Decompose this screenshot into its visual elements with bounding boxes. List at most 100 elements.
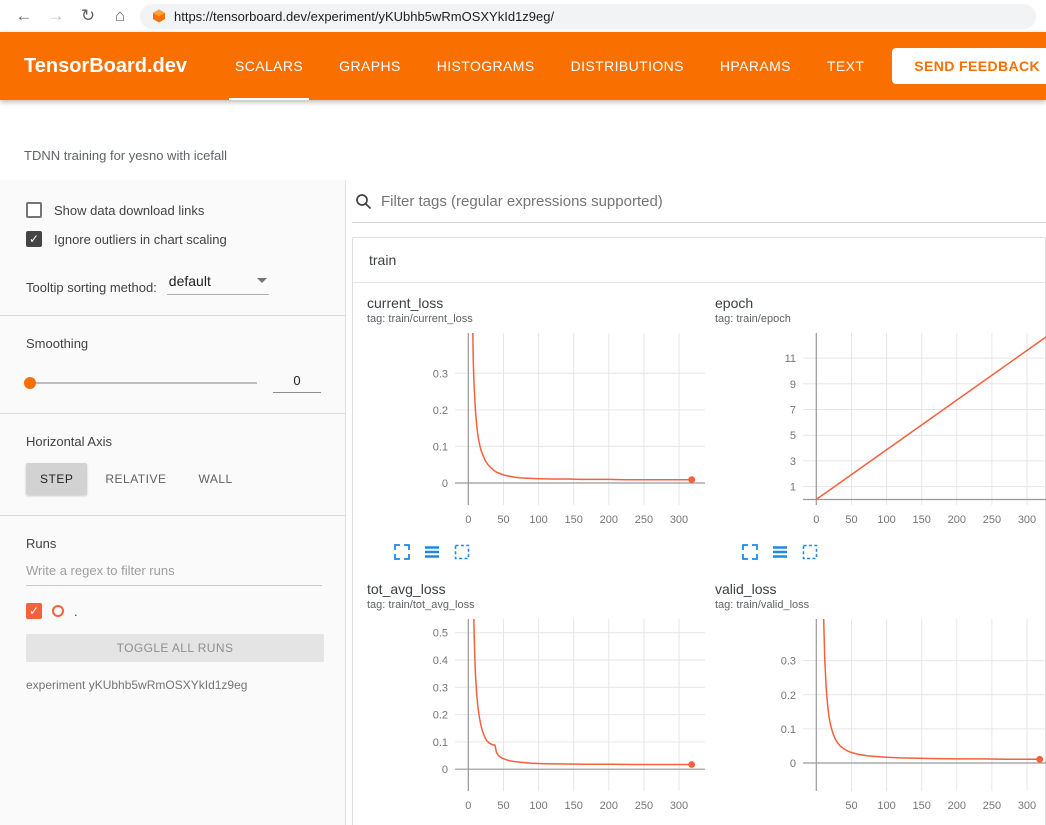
chart-title: epoch: [715, 295, 1046, 311]
ignore-outliers-row: ✓ Ignore outliers in chart scaling: [26, 231, 329, 247]
chart-card-tot-avg-loss: tot_avg_loss tag: train/tot_avg_loss 050…: [357, 575, 705, 825]
svg-text:0.5: 0.5: [433, 628, 448, 640]
svg-text:0.3: 0.3: [781, 656, 796, 668]
chart-tag: tag: train/tot_avg_loss: [367, 598, 705, 613]
expand-icon[interactable]: [393, 543, 411, 561]
forward-icon[interactable]: →: [40, 6, 72, 26]
fit-domain-icon[interactable]: [453, 543, 471, 561]
svg-text:50: 50: [497, 514, 509, 526]
reload-icon[interactable]: ↻: [72, 6, 104, 26]
tab-hparams[interactable]: HPARAMS: [702, 32, 809, 100]
tooltip-sorting-value: default: [169, 273, 211, 289]
svg-text:5: 5: [790, 430, 796, 442]
expand-icon[interactable]: [741, 543, 759, 561]
tooltip-sorting-label: Tooltip sorting method:: [26, 280, 157, 295]
chart-toolbar: [393, 543, 705, 561]
tensorboard-logo-icon: [152, 9, 166, 23]
horizontal-axis-label: Horizontal Axis: [26, 434, 329, 449]
tab-text[interactable]: TEXT: [809, 32, 882, 100]
run-name: .: [74, 604, 78, 619]
svg-text:0.2: 0.2: [781, 690, 796, 702]
svg-text:50: 50: [845, 800, 857, 812]
svg-text:0.1: 0.1: [433, 737, 448, 749]
home-icon[interactable]: ⌂: [104, 6, 136, 26]
svg-text:250: 250: [983, 800, 1001, 812]
svg-text:0: 0: [813, 514, 819, 526]
chart-title: tot_avg_loss: [367, 581, 705, 597]
app-header: TensorBoard.dev SCALARS GRAPHS HISTOGRAM…: [0, 32, 1046, 100]
svg-text:7: 7: [790, 405, 796, 417]
experiment-id-note: experiment yKUbhb5wRmOSXYkId1z9eg: [26, 678, 329, 692]
show-download-links-checkbox[interactable]: [26, 202, 42, 218]
svg-text:100: 100: [529, 800, 547, 812]
svg-text:9: 9: [790, 379, 796, 391]
svg-text:200: 200: [948, 800, 966, 812]
runs-filter-input[interactable]: [26, 563, 322, 586]
browser-toolbar: ← → ↻ ⌂ https://tensorboard.dev/experime…: [0, 0, 1046, 32]
axis-step-button[interactable]: STEP: [26, 463, 87, 495]
chart-tag: tag: train/current_loss: [367, 312, 705, 327]
svg-text:100: 100: [877, 800, 895, 812]
data-lines-icon[interactable]: [771, 543, 789, 561]
svg-text:200: 200: [948, 514, 966, 526]
divider: [0, 315, 346, 316]
runs-label: Runs: [26, 536, 329, 551]
tab-distributions[interactable]: DISTRIBUTIONS: [553, 32, 702, 100]
svg-text:0.2: 0.2: [433, 405, 448, 417]
svg-text:150: 150: [565, 800, 583, 812]
run-group-card: train current_loss tag: train/current_lo…: [352, 237, 1046, 825]
svg-text:250: 250: [635, 800, 653, 812]
svg-text:0.1: 0.1: [433, 441, 448, 453]
svg-text:0: 0: [790, 758, 796, 770]
tab-scalars[interactable]: SCALARS: [217, 32, 321, 100]
axis-relative-button[interactable]: RELATIVE: [91, 463, 180, 495]
settings-sidebar: Show data download links ✓ Ignore outlie…: [0, 180, 346, 825]
tag-filter-input[interactable]: [381, 193, 1046, 210]
toggle-all-runs-button[interactable]: TOGGLE ALL RUNS: [26, 634, 324, 662]
send-feedback-button[interactable]: SEND FEEDBACK: [892, 48, 1046, 84]
back-icon[interactable]: ←: [8, 6, 40, 26]
data-lines-icon[interactable]: [423, 543, 441, 561]
tag-filter-row: [352, 186, 1046, 223]
svg-text:0.3: 0.3: [433, 368, 448, 380]
svg-text:150: 150: [913, 514, 931, 526]
svg-text:300: 300: [670, 800, 688, 812]
svg-text:150: 150: [913, 800, 931, 812]
main-nav: SCALARS GRAPHS HISTOGRAMS DISTRIBUTIONS …: [217, 32, 882, 100]
run-group-title[interactable]: train: [353, 238, 1045, 283]
ignore-outliers-checkbox[interactable]: ✓: [26, 231, 42, 247]
tab-graphs[interactable]: GRAPHS: [321, 32, 419, 100]
tab-histograms[interactable]: HISTOGRAMS: [419, 32, 553, 100]
smoothing-slider[interactable]: [26, 382, 257, 384]
experiment-title: TDNN training for yesno with icefall: [0, 100, 1046, 180]
tooltip-sorting-select[interactable]: default: [167, 273, 269, 295]
svg-text:200: 200: [600, 800, 618, 812]
chart-card-current-loss: current_loss tag: train/current_loss 050…: [357, 289, 705, 561]
line-chart-current-loss[interactable]: 05010015020025030000.10.20.3: [409, 327, 709, 537]
axis-wall-button[interactable]: WALL: [184, 463, 246, 495]
run-list-item[interactable]: ✓ .: [26, 603, 329, 619]
chart-toolbar: [741, 543, 1046, 561]
slider-thumb[interactable]: [24, 377, 36, 389]
smoothing-value-field[interactable]: 0: [273, 373, 321, 393]
svg-text:3: 3: [790, 456, 796, 468]
show-download-links-label: Show data download links: [54, 203, 204, 218]
svg-text:300: 300: [1018, 800, 1036, 812]
svg-text:1: 1: [790, 482, 796, 494]
svg-text:0.1: 0.1: [781, 724, 796, 736]
line-chart-tot-avg-loss[interactable]: 05010015020025030000.10.20.30.40.5: [409, 613, 709, 823]
address-bar[interactable]: https://tensorboard.dev/experiment/yKUbh…: [140, 4, 1036, 29]
divider: [0, 413, 346, 414]
fit-domain-icon[interactable]: [801, 543, 819, 561]
line-chart-valid-loss[interactable]: 50 100 150 200 250 300 0 0.1 0.2 0.3: [757, 613, 1046, 823]
search-icon: [355, 193, 372, 210]
chevron-down-icon: [257, 278, 267, 283]
tooltip-sorting-row: Tooltip sorting method: default: [26, 273, 329, 295]
line-chart-epoch[interactable]: 0501001502002503001357911: [757, 327, 1046, 537]
svg-text:50: 50: [497, 800, 509, 812]
run-checkbox[interactable]: ✓: [26, 603, 42, 619]
chart-card-epoch: epoch tag: train/epoch 05010015020025030…: [705, 289, 1046, 561]
svg-text:0.3: 0.3: [433, 682, 448, 694]
charts-grid: current_loss tag: train/current_loss 050…: [353, 283, 1045, 825]
horizontal-axis-buttons: STEP RELATIVE WALL: [26, 463, 329, 495]
